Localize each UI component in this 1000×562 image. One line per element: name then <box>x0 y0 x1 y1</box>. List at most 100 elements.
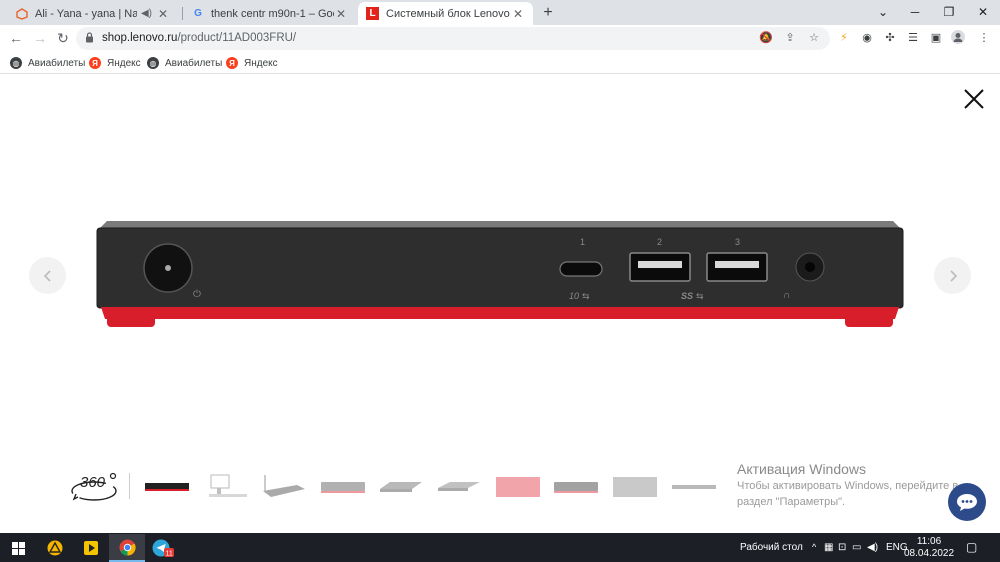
url-path: /product/11AD003FRU/ <box>177 32 297 44</box>
extensions-puzzle-icon[interactable]: ✣ <box>882 30 898 46</box>
menu-kebab-icon[interactable]: ⋮ <box>976 30 992 46</box>
volume-icon[interactable]: ◀) <box>867 533 878 562</box>
thumbnail-red-detail[interactable] <box>494 473 542 501</box>
close-viewer-icon[interactable] <box>962 87 986 111</box>
chevron-right-icon <box>949 269 957 282</box>
thumbnail-angled-2[interactable] <box>435 473 483 501</box>
tray-app-icon[interactable]: ▦ <box>824 533 833 562</box>
network-icon[interactable]: ▭ <box>852 533 861 562</box>
usb-a-tongue <box>715 261 759 268</box>
speaker-icon[interactable]: ◀) <box>141 8 152 19</box>
notifications-blocked-icon[interactable]: 🔕 <box>758 30 774 46</box>
tab-close-icon[interactable]: ✕ <box>156 7 170 21</box>
tab-search-chevron-icon[interactable]: ⌄ <box>866 0 900 25</box>
port-number-1: 1 <box>580 237 585 247</box>
player-app-icon <box>84 541 98 555</box>
yandex-icon: Я <box>226 57 238 69</box>
thumbnail-rear[interactable] <box>552 473 600 501</box>
windows-logo-icon <box>11 541 25 555</box>
chevron-left-icon <box>43 269 51 282</box>
bookmark-item[interactable]: ◍ Авиабилеты <box>147 55 222 71</box>
next-image-button[interactable] <box>934 257 971 294</box>
tab-title: thenk centr m90n-1 – Google По <box>211 7 334 20</box>
namdu-favicon-icon <box>16 7 28 20</box>
taskbar-app-player[interactable] <box>73 534 109 562</box>
superspeed-label: SS <box>681 291 693 301</box>
bookmark-label: Авиабилеты <box>28 57 86 69</box>
activation-line-2: раздел "Параметры". <box>737 496 846 508</box>
browser-toolbar: ← → ↻ shop.lenovo.ru/product/11AD003FRU/… <box>0 25 1000 52</box>
windows-taskbar: 11 Рабочий стол ^ ▦ ⊡ ▭ ◀) ENG 11:06 08.… <box>0 533 1000 562</box>
lightning-extension-icon[interactable]: ⚡ <box>836 30 852 46</box>
desktop-toolbar-label[interactable]: Рабочий стол <box>740 533 803 562</box>
tab-divider <box>182 7 183 20</box>
telegram-badge: 11 <box>166 550 173 557</box>
audio-jack-hole <box>805 262 815 272</box>
window-close-button[interactable]: ✕ <box>966 0 1000 25</box>
red-base <box>101 307 899 319</box>
left-foot <box>107 315 155 327</box>
thumbnail-front[interactable] <box>143 473 191 501</box>
right-foot <box>845 315 893 327</box>
url-host: shop.lenovo.ru <box>102 32 178 44</box>
system-clock[interactable]: 11:06 08.04.2022 <box>904 536 954 560</box>
tab-lenovo[interactable]: L Системный блок Lenovo ThinkC ✕ <box>358 2 533 25</box>
restore-button[interactable]: ❐ <box>932 0 966 25</box>
notification-center-icon[interactable]: ▢ <box>966 533 977 562</box>
bookmark-item[interactable]: Я Яндекс <box>89 55 141 71</box>
tab-namdu[interactable]: Ali - Yana - yana | NamDU FM ◀) ✕ <box>8 2 178 25</box>
start-button[interactable] <box>0 534 36 562</box>
new-tab-button[interactable]: + <box>538 3 558 23</box>
minimize-button[interactable]: ─ <box>898 0 932 25</box>
activation-line-1: Чтобы активировать Windows, перейдите в <box>737 480 959 492</box>
product-image: ⏻ 1 2 3 10 ⇆ SS ⇆ ∩ <box>96 221 904 327</box>
clock-date: 08.04.2022 <box>904 548 955 559</box>
tab-google[interactable]: G thenk centr m90n-1 – Google По ✕ <box>184 2 356 25</box>
thumbnail-top[interactable] <box>377 473 425 501</box>
thumbnail-profile[interactable] <box>670 473 718 501</box>
back-button[interactable]: ← <box>6 28 26 48</box>
tray-security-icon[interactable]: ⊡ <box>838 533 846 562</box>
thumbnail-side[interactable] <box>319 473 367 501</box>
globe-icon: ◍ <box>10 57 22 69</box>
show-hidden-icons-icon[interactable]: ^ <box>812 533 816 562</box>
media-control-icon[interactable]: ☰ <box>905 30 921 46</box>
bookmark-star-icon[interactable]: ☆ <box>806 30 822 46</box>
tab-close-icon[interactable]: ✕ <box>511 7 525 21</box>
lenovo-favicon-icon: L <box>366 7 379 20</box>
tab-title: Системный блок Lenovo ThinkC <box>386 7 511 20</box>
usb-a-tongue <box>638 261 682 268</box>
power-symbol-icon: ⏻ <box>193 289 201 300</box>
view-360-button[interactable]: 360 <box>70 471 118 505</box>
taskbar-app-archicad[interactable] <box>37 534 73 562</box>
usb-symbol-icon: ⇆ <box>696 291 704 301</box>
side-panel-icon[interactable]: ▣ <box>928 30 944 46</box>
thumbnail-all-in-one[interactable] <box>202 473 250 501</box>
forward-button[interactable]: → <box>30 28 50 48</box>
chat-bubble-icon <box>957 494 977 511</box>
taskbar-app-chrome[interactable] <box>109 534 145 562</box>
reload-button[interactable]: ↻ <box>53 28 73 48</box>
windows-activation-watermark: Активация Windows Чтобы активировать Win… <box>737 461 958 509</box>
port-number-2: 2 <box>657 237 662 247</box>
previous-image-button[interactable] <box>29 257 66 294</box>
chat-button[interactable] <box>948 483 986 521</box>
bookmark-item[interactable]: ◍ Авиабилеты <box>10 55 85 71</box>
tab-close-icon[interactable]: ✕ <box>334 7 348 21</box>
bookmarks-bar: ◍ Авиабилеты Я Яндекс ◍ Авиабилеты Я Янд… <box>0 52 1000 74</box>
address-bar[interactable]: shop.lenovo.ru/product/11AD003FRU/ 🔕 ⇪ ☆ <box>76 27 830 50</box>
taskbar-app-telegram[interactable]: 11 <box>145 534 181 562</box>
share-icon[interactable]: ⇪ <box>782 30 798 46</box>
extension-circle-icon[interactable]: ◉ <box>859 30 875 46</box>
google-favicon-icon: G <box>194 8 202 19</box>
usb-symbol-icon: ⇆ <box>582 291 590 301</box>
chrome-icon <box>118 538 136 556</box>
url-text: shop.lenovo.ru/product/11AD003FRU/ <box>102 32 296 44</box>
thumbnail-top-flat[interactable] <box>611 473 659 501</box>
lock-icon[interactable] <box>85 32 94 43</box>
bookmark-item[interactable]: Я Яндекс <box>226 55 278 71</box>
image-viewer: ⏻ 1 2 3 10 ⇆ SS ⇆ ∩ 360 Активация Window… <box>0 75 1000 533</box>
usb-c-port <box>559 261 603 277</box>
thumbnail-angled[interactable] <box>260 473 308 501</box>
profile-avatar-icon[interactable] <box>950 30 966 46</box>
